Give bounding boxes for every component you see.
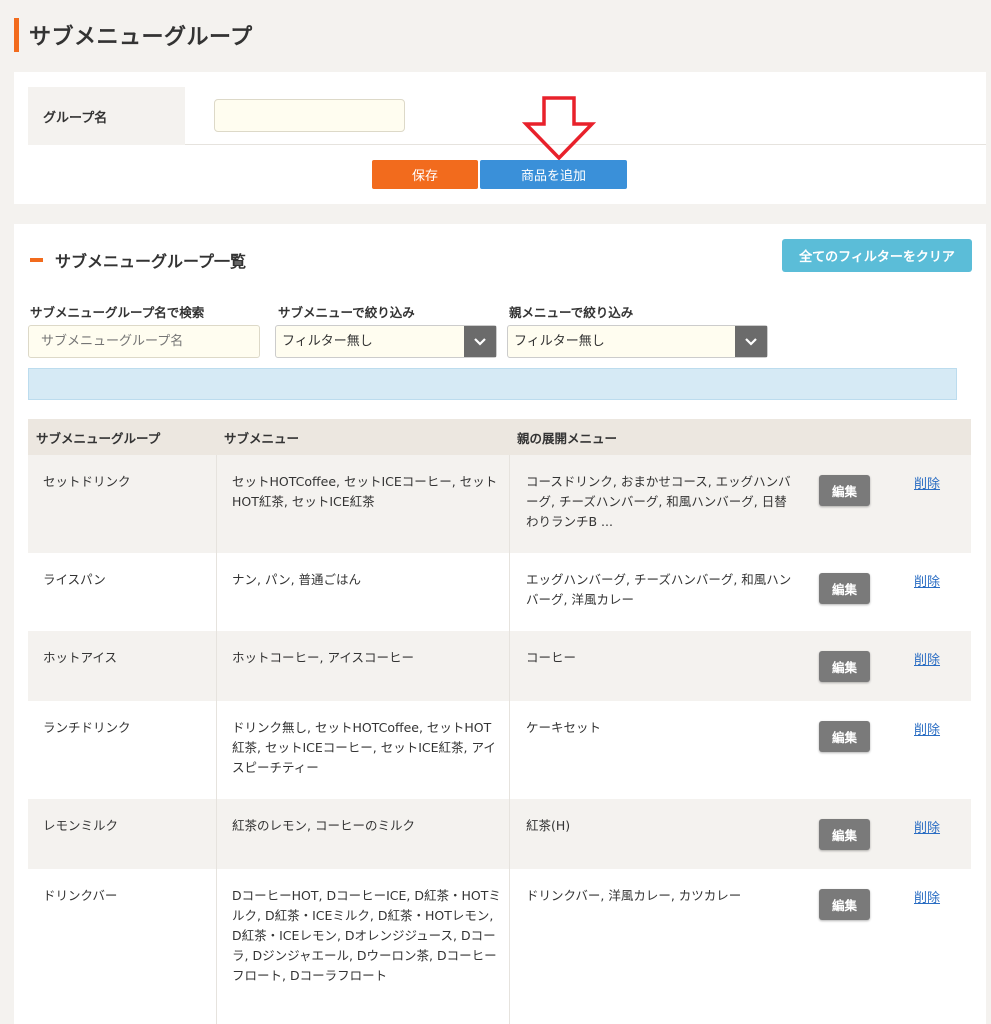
section-accent-dash (30, 258, 43, 262)
search-input[interactable] (28, 325, 260, 358)
edit-button[interactable]: 編集 (819, 721, 870, 752)
delete-link[interactable]: 削除 (914, 573, 940, 593)
row-submenus: セットHOTCoffee, セットICEコーヒー, セットHOT紅茶, セットI… (216, 455, 509, 553)
row-parent-menus: コーヒー (509, 631, 971, 701)
edit-button[interactable]: 編集 (819, 819, 870, 850)
delete-link[interactable]: 削除 (914, 721, 940, 741)
group-list-panel: サブメニューグループ一覧 全てのフィルターをクリア サブメニューグループ名で検索… (14, 224, 986, 1024)
table-row: ドリンクバー DコーヒーHOT, DコーヒーICE, D紅茶・HOTミルク, D… (28, 869, 971, 1024)
row-parent-text: コーヒー (526, 650, 577, 665)
save-button[interactable]: 保存 (372, 160, 478, 189)
submenu-filter-label: サブメニューで絞り込み (278, 305, 415, 320)
row-parent-menus: ケーキセット (509, 701, 971, 799)
down-arrow-icon (522, 96, 596, 160)
row-group-name: ランチドリンク (43, 720, 131, 735)
info-bar (28, 368, 957, 400)
page-title-block: サブメニューグループ (14, 18, 253, 52)
row-parent-text: ケーキセット (526, 720, 602, 735)
delete-link[interactable]: 削除 (914, 651, 940, 671)
section-title: サブメニューグループ一覧 (55, 252, 247, 271)
row-parent-menus: コースドリンク, おまかせコース, エッグハンバーグ, チーズハンバーグ, 和風… (509, 455, 971, 553)
submenu-group-table: サブメニューグループ サブメニュー 親の展開メニュー セットドリンク セットHO… (28, 419, 971, 1024)
submenu-filter-select[interactable]: フィルター無し (275, 325, 497, 358)
edit-button[interactable]: 編集 (819, 573, 870, 604)
table-row: ランチドリンク ドリンク無し, セットHOTCoffee, セットHOT紅茶, … (28, 701, 971, 799)
parent-filter-label: 親メニューで絞り込み (509, 305, 634, 320)
clear-filters-button[interactable]: 全てのフィルターをクリア (782, 239, 972, 272)
row-parent-text: エッグハンバーグ, チーズハンバーグ, 和風ハンバーグ, 洋風カレー (526, 572, 792, 607)
row-submenus: ドリンク無し, セットHOTCoffee, セットHOT紅茶, セットICEコー… (216, 701, 509, 799)
title-accent-bar (14, 18, 19, 52)
table-row: ホットアイス ホットコーヒー, アイスコーヒー コーヒー 編集 削除 (28, 631, 971, 701)
row-parent-text: ドリンクバー, 洋風カレー, カツカレー (526, 888, 742, 903)
row-submenus: DコーヒーHOT, DコーヒーICE, D紅茶・HOTミルク, D紅茶・ICEミ… (216, 869, 509, 1024)
row-parent-text: 紅茶(H) (526, 818, 571, 833)
row-parent-menus: エッグハンバーグ, チーズハンバーグ, 和風ハンバーグ, 洋風カレー (509, 553, 971, 631)
add-product-button[interactable]: 商品を追加 (480, 160, 627, 189)
group-name-label: グループ名 (28, 87, 185, 145)
table-header: サブメニューグループ サブメニュー 親の展開メニュー (28, 419, 971, 455)
group-form-panel: グループ名 保存 商品を追加 (14, 72, 986, 204)
row-group-name: ドリンクバー (43, 888, 118, 903)
edit-button[interactable]: 編集 (819, 889, 870, 920)
row-group-name: セットドリンク (43, 474, 131, 489)
edit-button[interactable]: 編集 (819, 651, 870, 682)
table-row: ライスパン ナン, パン, 普通ごはん エッグハンバーグ, チーズハンバーグ, … (28, 553, 971, 631)
submenu-filter-value: フィルター無し (282, 334, 373, 349)
table-row: レモンミルク 紅茶のレモン, コーヒーのミルク 紅茶(H) 編集 削除 (28, 799, 971, 869)
search-label: サブメニューグループ名で検索 (30, 305, 205, 320)
table-row: セットドリンク セットHOTCoffee, セットICEコーヒー, セットHOT… (28, 455, 971, 553)
row-submenus: 紅茶のレモン, コーヒーのミルク (216, 799, 509, 869)
page-title: サブメニューグループ (29, 25, 253, 50)
row-group-name: レモンミルク (43, 818, 119, 833)
row-group-name: ホットアイス (43, 650, 118, 665)
delete-link[interactable]: 削除 (914, 475, 940, 495)
row-parent-text: コースドリンク, おまかせコース, エッグハンバーグ, チーズハンバーグ, 和風… (526, 474, 791, 529)
section-header: サブメニューグループ一覧 (30, 248, 246, 272)
delete-link[interactable]: 削除 (914, 819, 940, 839)
column-header-parent: 親の展開メニュー (517, 430, 618, 446)
row-submenus: ホットコーヒー, アイスコーヒー (216, 631, 509, 701)
parent-filter-value: フィルター無し (514, 334, 605, 349)
row-submenus: ナン, パン, 普通ごはん (216, 553, 509, 631)
group-name-row: グループ名 (28, 87, 986, 145)
column-header-group: サブメニューグループ (36, 430, 161, 446)
group-name-input[interactable] (214, 99, 405, 132)
row-parent-menus: 紅茶(H) (509, 799, 971, 869)
chevron-down-icon[interactable] (735, 326, 767, 357)
row-group-name: ライスパン (43, 572, 106, 587)
column-header-submenu: サブメニュー (224, 430, 300, 446)
edit-button[interactable]: 編集 (819, 475, 870, 506)
parent-filter-select[interactable]: フィルター無し (507, 325, 768, 358)
row-parent-menus: ドリンクバー, 洋風カレー, カツカレー (509, 869, 971, 1024)
chevron-down-icon[interactable] (464, 326, 496, 357)
delete-link[interactable]: 削除 (914, 889, 940, 909)
